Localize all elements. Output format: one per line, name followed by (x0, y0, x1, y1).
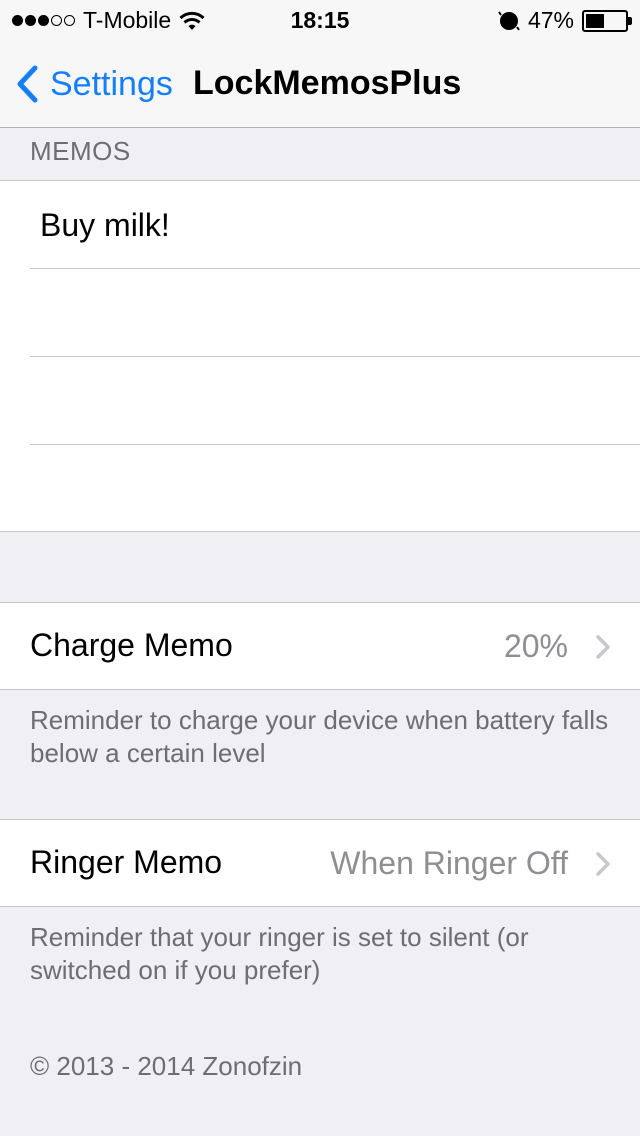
battery-fill (586, 13, 604, 28)
ringer-memo-description: Reminder that your ringer is set to sile… (30, 922, 529, 985)
chevron-right-icon (596, 635, 610, 659)
chevron-right-icon (596, 852, 610, 876)
copyright-text: © 2013 - 2014 Zonofzin (30, 1051, 303, 1081)
back-button[interactable]: Settings (16, 62, 173, 106)
charge-memo-value: 20% (503, 628, 568, 664)
memo-field-4[interactable] (30, 445, 640, 533)
memo-field-1[interactable] (30, 181, 640, 269)
memo-input-3[interactable] (30, 357, 640, 445)
memo-field-3[interactable] (30, 357, 640, 445)
memo-input-1[interactable] (30, 181, 640, 269)
memos-section-header: MEMOS (30, 136, 131, 166)
orientation-lock-icon (498, 10, 520, 32)
page-title: LockMemosPlus (193, 64, 462, 102)
charge-memo-description: Reminder to charge your device when batt… (30, 705, 609, 768)
back-button-label: Settings (50, 64, 173, 103)
battery-percentage: 47% (527, 7, 574, 33)
status-bar: T-Mobile 18:15 47% (0, 0, 640, 40)
chevron-left-icon (17, 65, 38, 103)
charge-memo-label: Charge Memo (30, 627, 233, 663)
ringer-memo-value: When Ringer Off (330, 845, 568, 881)
memos-group (0, 180, 640, 533)
charge-memo-cell[interactable]: Charge Memo 20% (0, 602, 640, 690)
ringer-memo-label: Ringer Memo (30, 844, 223, 880)
ringer-memo-cell[interactable]: Ringer Memo When Ringer Off (0, 819, 640, 907)
navigation-bar: T-Mobile 18:15 47% Settings LockMemosPlu… (0, 0, 640, 128)
memo-input-4[interactable] (30, 445, 640, 533)
memo-input-2[interactable] (30, 269, 640, 357)
memo-field-2[interactable] (30, 269, 640, 357)
battery-icon (582, 9, 632, 32)
